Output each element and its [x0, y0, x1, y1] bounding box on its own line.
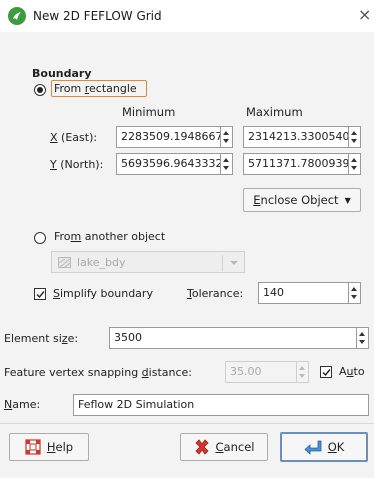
ok-button[interactable]: OK	[280, 432, 368, 462]
x-max-input[interactable]: 2314213.3300540	[243, 126, 349, 148]
element-size-input[interactable]: 3500	[109, 327, 357, 349]
x-min-input[interactable]: 2283509.1948667	[116, 126, 221, 148]
tolerance-input[interactable]: 140	[258, 282, 349, 304]
minimum-column-header: Minimum	[122, 105, 176, 119]
leapfrog-app-icon	[8, 7, 26, 25]
mesh-object-icon	[58, 257, 71, 269]
y-max-spinner[interactable]	[349, 153, 361, 175]
maximum-column-header: Maximum	[246, 105, 303, 119]
enclose-object-button[interactable]: Enclose Object ▼	[243, 188, 361, 212]
name-label: Name:	[4, 398, 41, 411]
enclose-object-label: Enclose Object	[253, 193, 339, 207]
y-min-spinner[interactable]	[221, 153, 233, 175]
snapping-distance-spinner[interactable]	[297, 361, 309, 383]
auto-label[interactable]: Auto	[339, 365, 365, 378]
title-bar: New 2D FEFLOW Grid ×	[0, 0, 374, 32]
close-icon[interactable]: ×	[358, 7, 372, 23]
help-button[interactable]: Help	[9, 433, 89, 461]
enter-arrow-icon	[304, 439, 322, 455]
footer-divider	[0, 423, 374, 424]
simplify-boundary-label[interactable]: Simplify boundary	[53, 287, 153, 300]
dialog-body: Boundary From rectangle Minimum Maximum …	[0, 32, 374, 478]
name-input[interactable]: Feflow 2D Simulation	[73, 394, 369, 416]
y-north-label: Y (North):	[50, 158, 104, 171]
window-title: New 2D FEFLOW Grid	[33, 9, 162, 23]
object-select-value: lake_bdy	[77, 256, 126, 269]
auto-checkbox[interactable]	[320, 366, 332, 378]
chevron-down-icon: ▼	[344, 195, 351, 205]
x-max-spinner[interactable]	[349, 126, 361, 148]
boundary-group-label: Boundary	[32, 67, 92, 80]
cancel-button-label: Cancel	[215, 440, 255, 454]
simplify-boundary-checkbox[interactable]	[34, 288, 46, 300]
element-size-spinner[interactable]	[357, 327, 369, 349]
snapping-distance-label: Feature vertex snapping distance:	[4, 366, 192, 379]
from-rectangle-label[interactable]: From rectangle	[54, 82, 137, 95]
lifebuoy-icon	[25, 439, 41, 455]
x-min-spinner[interactable]	[221, 126, 233, 148]
from-another-object-label[interactable]: From another object	[54, 230, 165, 243]
from-another-object-radio[interactable]	[34, 232, 46, 244]
element-size-label: Element size:	[4, 332, 79, 345]
cancel-button[interactable]: Cancel	[180, 433, 268, 461]
tolerance-spinner[interactable]	[349, 282, 361, 304]
ok-button-label: OK	[327, 440, 345, 454]
y-min-input[interactable]: 5693596.9643332	[116, 153, 221, 175]
cancel-x-icon	[194, 439, 210, 455]
snapping-distance-input[interactable]: 35.00	[225, 361, 297, 383]
from-rectangle-radio[interactable]	[34, 84, 46, 96]
y-max-input[interactable]: 5711371.7800939	[243, 153, 349, 175]
help-button-label: Help	[46, 440, 74, 454]
chevron-down-icon	[230, 261, 238, 265]
x-east-label: X (East):	[50, 131, 98, 144]
tolerance-label: Tolerance:	[187, 287, 244, 300]
object-select[interactable]: lake_bdy	[51, 251, 245, 273]
